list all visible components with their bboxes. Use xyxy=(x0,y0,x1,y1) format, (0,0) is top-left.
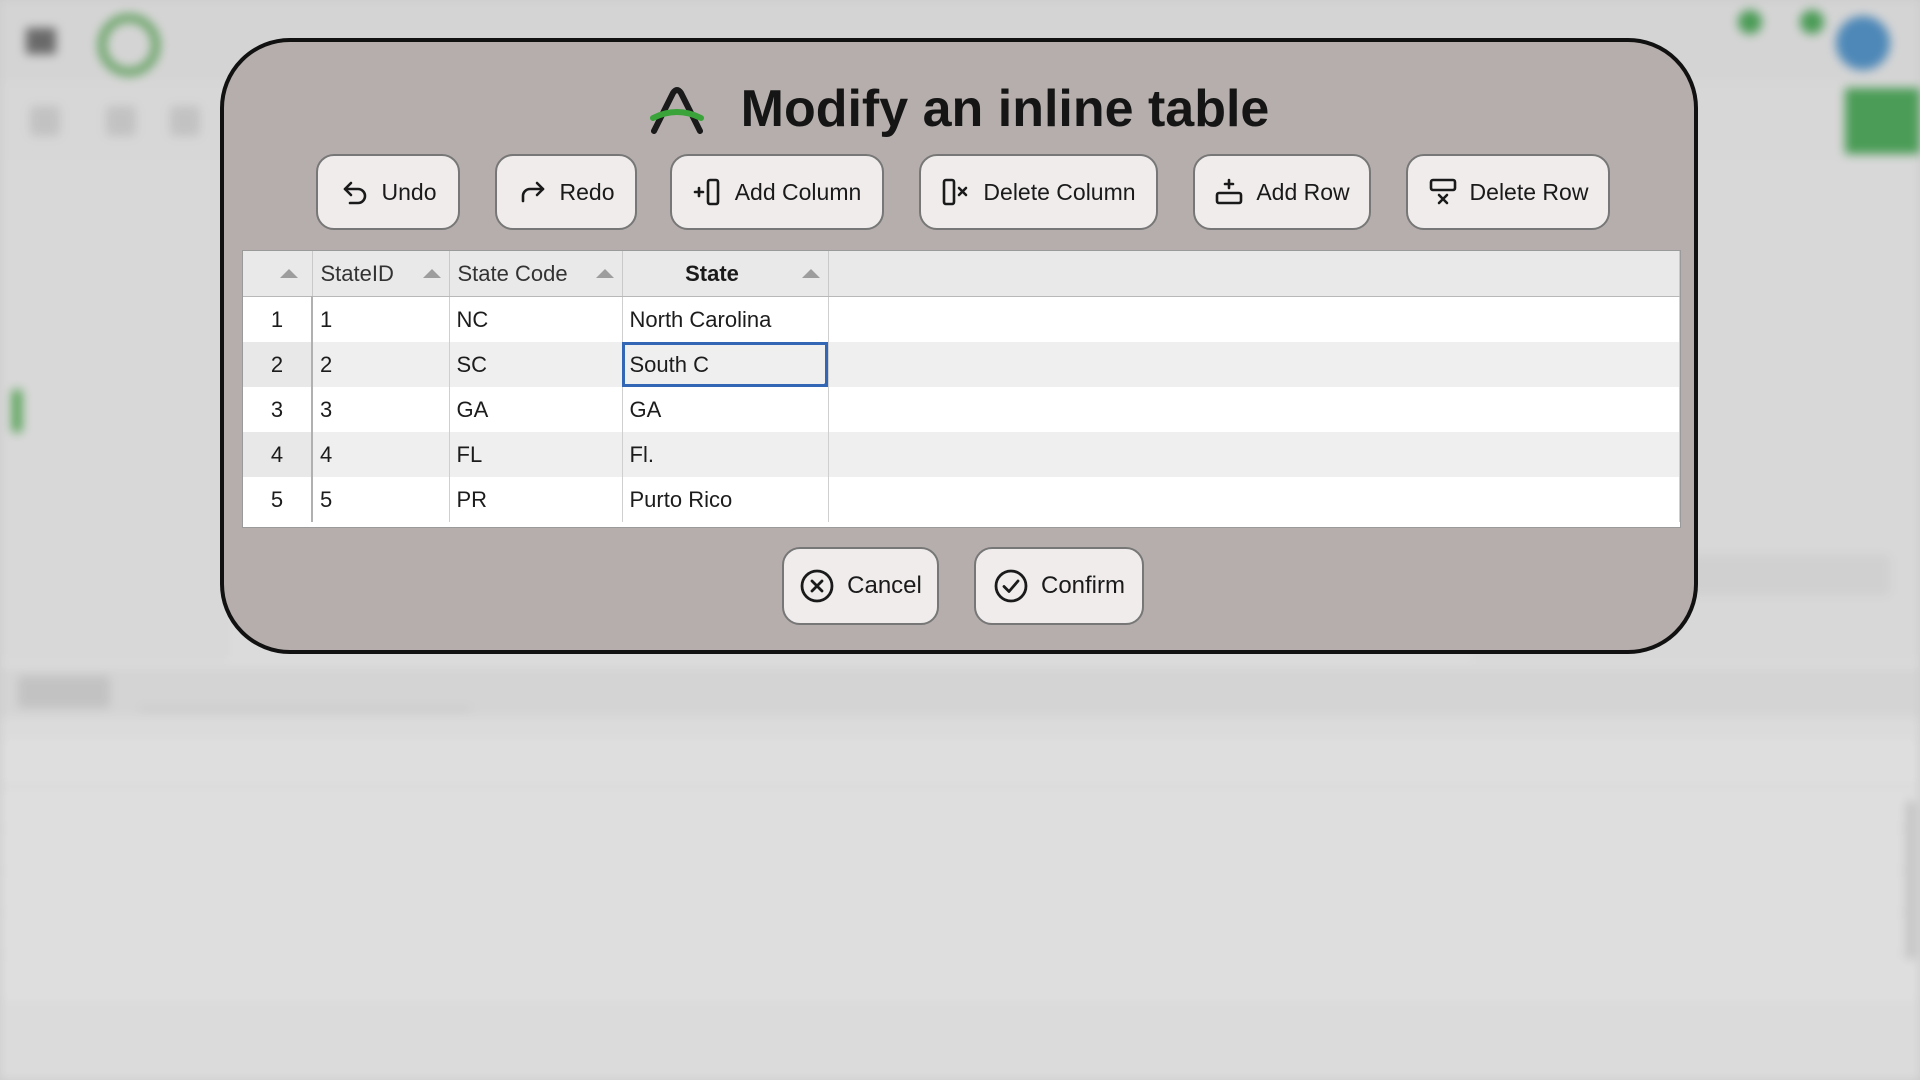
redo-button[interactable]: Redo xyxy=(495,154,637,230)
cell-state-code[interactable]: SC xyxy=(449,342,623,387)
cell-state-code[interactable]: GA xyxy=(449,387,623,432)
add-row-label: Add Row xyxy=(1256,178,1350,205)
sort-asc-icon[interactable] xyxy=(595,269,614,278)
row-number[interactable]: 1 xyxy=(243,296,313,342)
cell-stateid[interactable]: 3 xyxy=(312,387,450,432)
empty-cell xyxy=(828,342,1680,387)
delete-row-icon xyxy=(1429,178,1456,205)
add-row-icon xyxy=(1216,178,1243,205)
add-row-button[interactable]: Add Row xyxy=(1193,154,1371,230)
cell-edit-text[interactable]: South C xyxy=(630,352,710,377)
delete-column-label: Delete Column xyxy=(983,178,1136,205)
cancel-circle-x-icon xyxy=(800,569,834,603)
undo-button[interactable]: Undo xyxy=(316,154,460,230)
row-number[interactable]: 4 xyxy=(243,432,313,477)
empty-cell xyxy=(828,432,1680,477)
cancel-button[interactable]: Cancel xyxy=(782,547,939,625)
cell-stateid[interactable]: 2 xyxy=(312,342,450,387)
column-header-stateid[interactable]: StateID xyxy=(312,251,450,297)
cell-stateid[interactable]: 5 xyxy=(312,477,450,522)
column-header-label: StateID xyxy=(320,260,394,286)
redo-label: Redo xyxy=(559,178,615,205)
cell-state-code[interactable]: FL xyxy=(449,432,623,477)
empty-cell xyxy=(828,477,1680,522)
table-row: 2 2 SC South C xyxy=(243,342,1680,387)
cell-stateid[interactable]: 1 xyxy=(312,296,450,342)
undo-label: Undo xyxy=(381,178,437,205)
sort-asc-icon xyxy=(279,269,298,278)
add-column-button[interactable]: Add Column xyxy=(670,154,884,230)
column-header-state-code[interactable]: State Code xyxy=(449,251,623,297)
empty-header-space xyxy=(828,251,1680,297)
delete-column-icon xyxy=(943,178,968,206)
table-row: 3 3 GA GA xyxy=(243,387,1680,432)
column-header-label: State xyxy=(685,260,739,286)
cell-state[interactable]: North Carolina xyxy=(622,296,829,342)
inline-table-grid: StateID State Code State 1 1 NC North Ca… xyxy=(242,250,1681,528)
qlik-arch-logo-icon xyxy=(649,87,704,134)
row-number[interactable]: 2 xyxy=(243,342,313,387)
cell-state[interactable]: GA xyxy=(622,387,829,432)
modify-inline-table-dialog: Modify an inline table Undo Redo Add Col… xyxy=(220,38,1698,654)
confirm-button[interactable]: Confirm xyxy=(974,547,1144,625)
fill-handle[interactable] xyxy=(822,382,827,387)
dialog-title: Modify an inline table xyxy=(740,80,1270,138)
column-header-label: State Code xyxy=(457,260,568,286)
row-number[interactable]: 3 xyxy=(243,387,313,432)
add-column-icon xyxy=(693,178,720,206)
cell-state[interactable]: Purto Rico xyxy=(622,477,829,522)
table-row: 5 5 PR Purto Rico xyxy=(243,477,1680,522)
delete-row-button[interactable]: Delete Row xyxy=(1406,154,1610,230)
delete-column-button[interactable]: Delete Column xyxy=(919,154,1158,230)
undo-icon xyxy=(343,181,366,205)
dialog-header: Modify an inline table xyxy=(224,66,1694,152)
table-row: 4 4 FL Fl. xyxy=(243,432,1680,477)
cell-state-code[interactable]: NC xyxy=(449,296,623,342)
redo-icon xyxy=(521,181,544,203)
cell-state-code[interactable]: PR xyxy=(449,477,623,522)
cell-stateid[interactable]: 4 xyxy=(312,432,450,477)
confirm-circle-check-icon xyxy=(994,569,1028,603)
add-column-label: Add Column xyxy=(734,178,862,205)
confirm-label: Confirm xyxy=(1040,572,1125,599)
delete-row-label: Delete Row xyxy=(1469,178,1589,205)
table-row: 1 1 NC North Carolina xyxy=(243,296,1680,342)
row-number[interactable]: 5 xyxy=(243,477,313,522)
sort-asc-icon[interactable] xyxy=(422,269,441,278)
cell-state[interactable]: Fl. xyxy=(622,432,829,477)
inline-table: StateID State Code State 1 1 NC North Ca… xyxy=(243,251,1680,522)
column-header-state[interactable]: State xyxy=(622,251,829,297)
row-number-header[interactable] xyxy=(243,251,313,297)
cell-state-selected[interactable]: South C xyxy=(622,342,829,387)
empty-cell xyxy=(828,296,1680,342)
sort-asc-icon[interactable] xyxy=(801,269,820,278)
empty-cell xyxy=(828,387,1680,432)
cancel-label: Cancel xyxy=(847,572,922,599)
table-header-row: StateID State Code State xyxy=(243,251,1680,297)
